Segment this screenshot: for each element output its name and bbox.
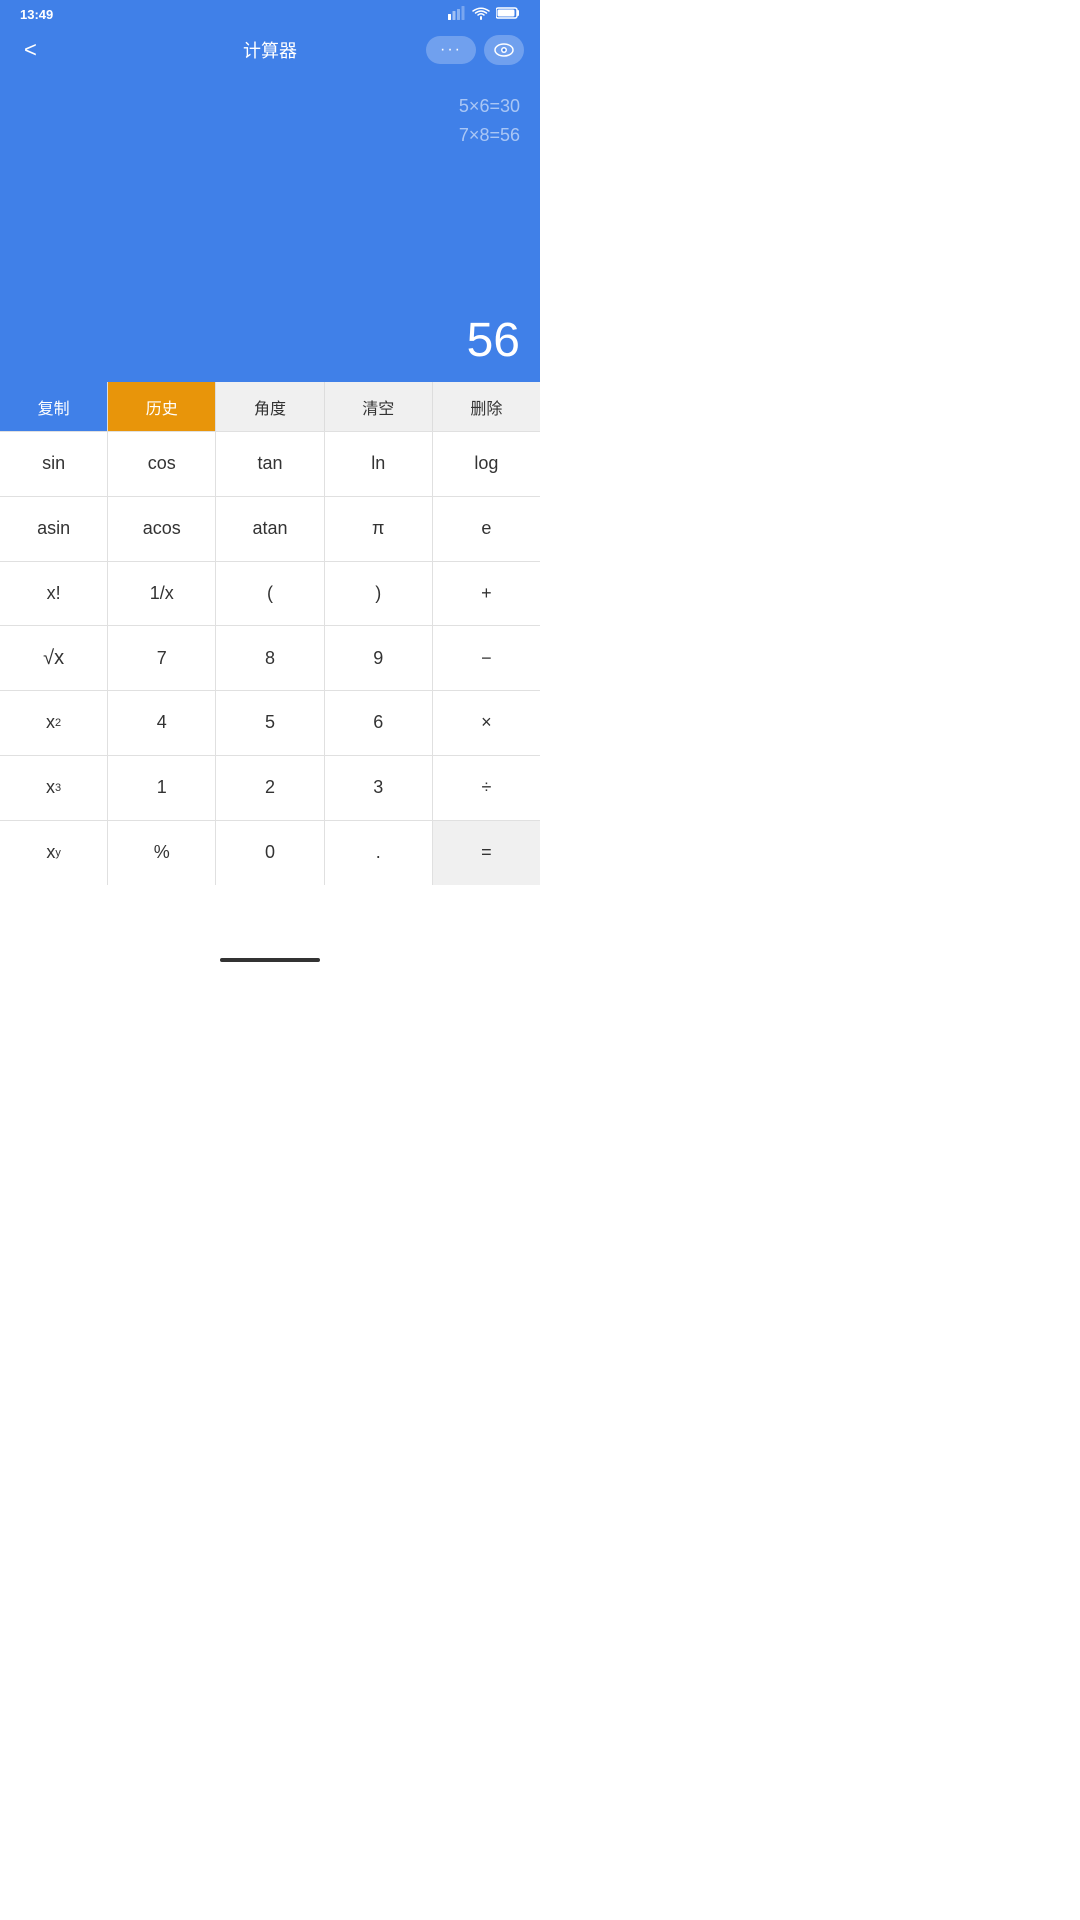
page-title: 计算器 (243, 37, 297, 63)
current-result: 56 (467, 313, 520, 368)
log-key[interactable]: log (433, 432, 540, 496)
history-line-1: 5×6=30 (459, 92, 520, 121)
history-button[interactable]: 历史 (107, 382, 215, 431)
pi-key[interactable]: π (325, 497, 433, 561)
battery-icon (496, 7, 520, 22)
divide-key[interactable]: ÷ (433, 756, 540, 820)
keypad-row-7: xy % 0 . = (0, 821, 540, 886)
open-paren-key[interactable]: ( (216, 562, 324, 626)
signal-icon (448, 6, 466, 23)
copy-button[interactable]: 复制 (0, 382, 107, 431)
cube-key[interactable]: x3 (0, 756, 108, 820)
title-bar: < 计算器 ··· (0, 28, 540, 72)
clear-button[interactable]: 清空 (324, 382, 432, 431)
tan-key[interactable]: tan (216, 432, 324, 496)
close-paren-key[interactable]: ) (325, 562, 433, 626)
home-indicator (0, 950, 540, 970)
minus-key[interactable]: − (433, 626, 540, 690)
atan-key[interactable]: atan (216, 497, 324, 561)
back-button[interactable]: < (16, 33, 45, 67)
multiply-key[interactable]: × (433, 691, 540, 755)
keypad-row-1: sin cos tan ln log (0, 432, 540, 497)
action-bar: 复制 历史 角度 清空 删除 (0, 382, 540, 432)
e-key[interactable]: e (433, 497, 540, 561)
delete-button[interactable]: 删除 (432, 382, 540, 431)
keypad-row-6: x3 1 2 3 ÷ (0, 756, 540, 821)
5-key[interactable]: 5 (216, 691, 324, 755)
home-bar (220, 958, 320, 962)
angle-button[interactable]: 角度 (215, 382, 323, 431)
acos-key[interactable]: acos (108, 497, 216, 561)
equals-key[interactable]: = (433, 821, 540, 886)
8-key[interactable]: 8 (216, 626, 324, 690)
reciprocal-key[interactable]: 1/x (108, 562, 216, 626)
eye-button[interactable] (484, 35, 524, 65)
6-key[interactable]: 6 (325, 691, 433, 755)
sin-key[interactable]: sin (0, 432, 108, 496)
more-button[interactable]: ··· (426, 36, 476, 64)
history-display: 5×6=30 7×8=56 (459, 92, 520, 150)
status-bar: 13:49 (0, 0, 540, 28)
time-display: 13:49 (20, 7, 53, 22)
status-icons (448, 6, 520, 23)
title-actions: ··· (426, 35, 524, 65)
9-key[interactable]: 9 (325, 626, 433, 690)
keypad-row-5: x2 4 5 6 × (0, 691, 540, 756)
4-key[interactable]: 4 (108, 691, 216, 755)
keypad-row-4: √x 7 8 9 − (0, 626, 540, 691)
keypad-row-3: x! 1/x ( ) + (0, 562, 540, 627)
7-key[interactable]: 7 (108, 626, 216, 690)
2-key[interactable]: 2 (216, 756, 324, 820)
3-key[interactable]: 3 (325, 756, 433, 820)
ln-key[interactable]: ln (325, 432, 433, 496)
factorial-key[interactable]: x! (0, 562, 108, 626)
keypad: sin cos tan ln log asin acos atan π e x!… (0, 432, 540, 950)
display-area: 5×6=30 7×8=56 56 (0, 72, 540, 382)
wifi-icon (472, 6, 490, 23)
plus-key[interactable]: + (433, 562, 540, 626)
percent-key[interactable]: % (108, 821, 216, 886)
cos-key[interactable]: cos (108, 432, 216, 496)
square-key[interactable]: x2 (0, 691, 108, 755)
0-key[interactable]: 0 (216, 821, 324, 886)
keypad-row-2: asin acos atan π e (0, 497, 540, 562)
asin-key[interactable]: asin (0, 497, 108, 561)
dot-key[interactable]: . (325, 821, 433, 886)
power-key[interactable]: xy (0, 821, 108, 886)
1-key[interactable]: 1 (108, 756, 216, 820)
history-line-2: 7×8=56 (459, 121, 520, 150)
sqrt-key[interactable]: √x (0, 626, 108, 690)
